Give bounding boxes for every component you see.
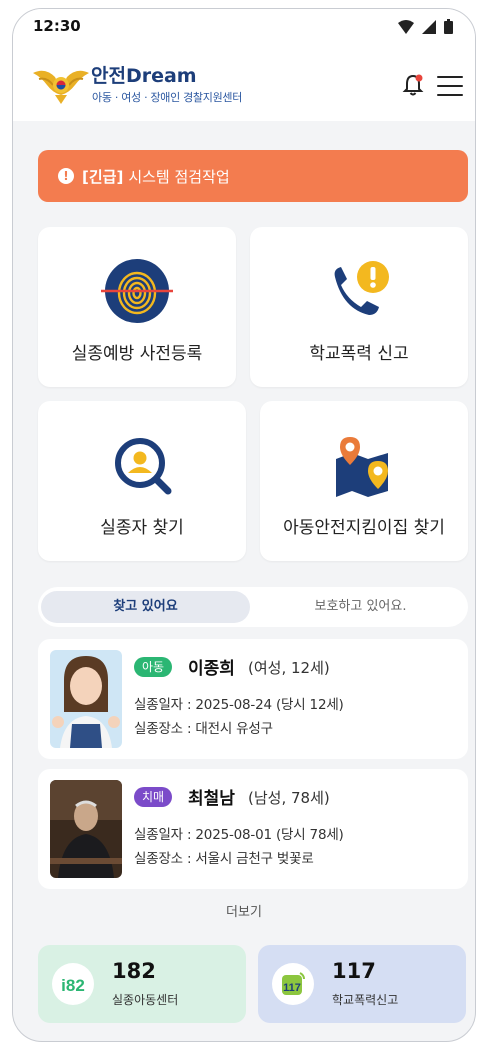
tab-bar: 찾고 있어요 보호하고 있어요. [38,587,468,627]
alert-tag: [긴급] [82,167,124,186]
status-badge: 치매 [134,787,173,807]
117-logo-icon: 117 [272,963,314,1005]
police-emblem-icon [33,70,89,104]
status-badge: 아동 [134,657,173,677]
tile-label: 아동안전지킴이집 찾기 [283,518,445,538]
tile-label: 학교폭력 신고 [309,344,409,364]
fingerprint-icon [101,259,173,323]
tab-searching[interactable]: 찾고 있어요 [41,591,250,623]
person-photo [50,780,122,878]
app-header: 안전Dream 아동 · 여성 · 장애인 경찰지원센터 [13,45,475,121]
missing-person-card[interactable]: 치매 최철남 (남성, 78세) 실종일자 : 2025-08-01 (당시 7… [38,769,468,889]
brand-title: 안전Dream [91,65,197,87]
missing-place: 실종장소 : 대전시 유성구 [134,721,273,737]
tile-label: 실종자 찾기 [100,518,184,538]
missing-date: 실종일자 : 2025-08-24 (당시 12세) [134,697,344,713]
notification-bell-icon[interactable] [401,73,425,97]
more-link[interactable]: 더보기 [13,901,475,920]
alert-banner[interactable]: ! [긴급] 시스템 점검작업 [38,150,468,202]
tile-school-violence-report[interactable]: 학교폭력 신고 [250,227,468,387]
status-bar: 12:30 [13,9,475,45]
map-pin-icon [336,437,388,497]
tile-find-missing-person[interactable]: 실종자 찾기 [38,401,246,561]
tile-child-safety-house[interactable]: 아동안전지킴이집 찾기 [260,401,468,561]
hotline-label: 실종아동센터 [112,993,179,1007]
tile-missing-prevention-registration[interactable]: 실종예방 사전등록 [38,227,236,387]
phone-frame: 12:30 안전Dream 아동 · 여성 · 장애인 경찰지원센터 ! [긴급… [12,8,476,1042]
person-meta: (남성, 78세) [248,789,330,807]
person-name: 이종희 [188,659,235,679]
wifi-icon [398,19,414,34]
svg-text:i82: i82 [61,976,85,995]
phone-alert-icon [334,261,389,315]
status-time: 12:30 [33,17,81,35]
missing-place: 실종장소 : 서울시 금천구 벚꽃로 [134,851,314,867]
missing-date: 실종일자 : 2025-08-01 (당시 78세) [134,827,344,843]
person-photo [50,650,122,748]
missing-person-card[interactable]: 아동 이종희 (여성, 12세) 실종일자 : 2025-08-24 (당시 1… [38,639,468,759]
person-meta: (여성, 12세) [248,659,330,677]
search-person-icon [115,438,172,495]
hamburger-menu-icon[interactable] [437,76,463,96]
person-name: 최철남 [188,789,235,809]
hotline-117-button[interactable]: 117 117 학교폭력신고 [258,945,466,1023]
alert-icon: ! [58,168,74,184]
182-logo-icon: i82 [52,963,94,1005]
status-icons [398,19,453,34]
alert-message: 시스템 점검작업 [128,167,230,186]
hotline-number: 117 [332,959,376,983]
signal-icon [422,19,436,34]
svg-text:117: 117 [283,982,301,994]
hotline-number: 182 [112,959,156,983]
tile-label: 실종예방 사전등록 [71,344,203,364]
hotline-182-button[interactable]: i82 182 실종아동센터 [38,945,246,1023]
hotline-label: 학교폭력신고 [332,993,399,1007]
battery-icon [444,19,453,34]
brand-subtitle: 아동 · 여성 · 장애인 경찰지원센터 [92,91,243,104]
tab-protecting[interactable]: 보호하고 있어요. [256,591,465,623]
